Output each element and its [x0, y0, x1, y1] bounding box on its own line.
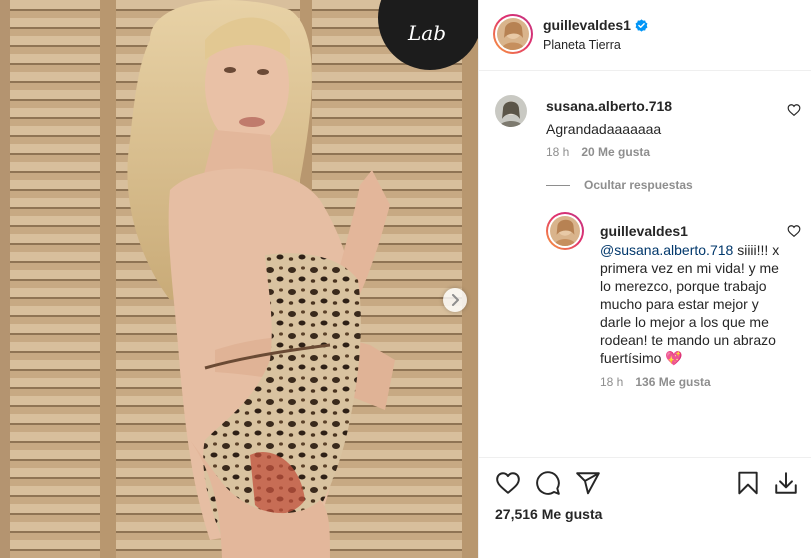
reply-avatar-image [550, 216, 580, 246]
hide-replies-button[interactable]: Ocultar respuestas [546, 178, 693, 192]
reply-like-icon[interactable] [787, 224, 801, 238]
profile-avatar[interactable] [493, 14, 533, 54]
reply-item: guillevaldes1 @susana.alberto.718 siiii!… [546, 212, 801, 392]
hide-replies-label: Ocultar respuestas [584, 178, 693, 192]
comment-icon[interactable] [535, 470, 561, 496]
comment-avatar[interactable] [495, 95, 527, 127]
reply-likes[interactable]: 136 Me gusta [635, 375, 710, 389]
comment-author[interactable]: susana.alberto.718 [546, 97, 775, 115]
sign-text: Lab [407, 21, 446, 45]
post-likes-count[interactable]: 27,516 Me gusta [495, 506, 602, 522]
reply-text: siiii!!! x primera vez en mi vida! y me … [600, 242, 780, 366]
chevron-right-icon [452, 294, 459, 306]
reply-author[interactable]: guillevaldes1 [600, 222, 781, 240]
comments-list[interactable]: susana.alberto.718 Agrandadaaaaaaa 18 h … [479, 71, 811, 457]
post-header: guillevaldes1 Planeta Tierra [479, 0, 811, 71]
heart-icon[interactable] [495, 470, 521, 496]
photo-illustration: Lab [0, 0, 478, 558]
share-icon[interactable] [575, 470, 601, 496]
header-location[interactable]: Planeta Tierra [543, 38, 621, 52]
avatar-image [497, 18, 529, 50]
replies-divider-line [546, 184, 570, 186]
next-photo-button[interactable] [443, 288, 467, 312]
likes-number: 27,516 [495, 506, 538, 522]
comment-text: Agrandadaaaaaaa [546, 121, 662, 137]
comment-item: susana.alberto.718 Agrandadaaaaaaa 18 h … [495, 95, 801, 185]
download-icon[interactable] [773, 470, 799, 496]
post-actions: 27,516 Me gusta [479, 457, 811, 558]
comment-like-icon[interactable] [787, 103, 801, 117]
post-side-panel: guillevaldes1 Planeta Tierra susana.albe… [478, 0, 811, 558]
post-photo[interactable]: Lab [0, 0, 478, 558]
header-username[interactable]: guillevaldes1 [543, 17, 631, 33]
verified-badge-icon [635, 18, 648, 32]
comment-likes[interactable]: 20 Me gusta [581, 145, 650, 159]
reply-time[interactable]: 18 h [600, 375, 623, 389]
likes-label: Me gusta [541, 506, 603, 522]
save-icon[interactable] [735, 470, 761, 496]
reply-mention[interactable]: @susana.alberto.718 [600, 242, 733, 258]
comment-time[interactable]: 18 h [546, 145, 569, 159]
reply-avatar[interactable] [546, 212, 584, 250]
